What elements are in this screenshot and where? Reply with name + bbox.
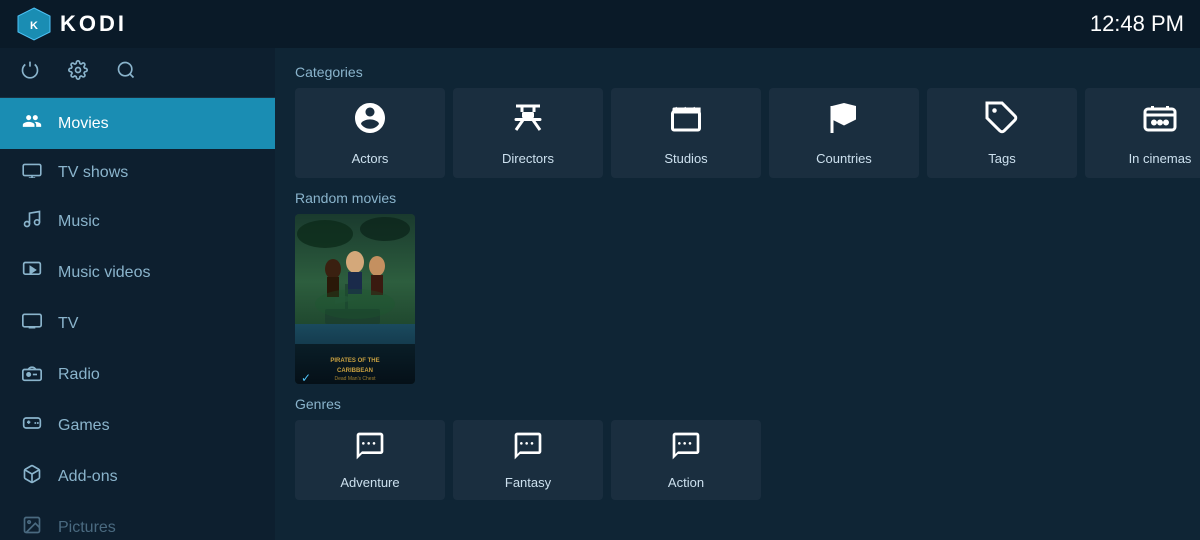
incinemas-label: In cinemas (1129, 151, 1192, 166)
genre-tile-adventure[interactable]: Adventure (295, 420, 445, 500)
categories-section: Categories Actors (295, 64, 1180, 178)
category-tile-tags[interactable]: Tags (927, 88, 1077, 178)
adventure-label: Adventure (340, 475, 399, 490)
pictures-icon (20, 515, 44, 540)
sidebar-item-music[interactable]: Music (0, 196, 275, 247)
sidebar-top-icons (0, 48, 275, 98)
action-icon (670, 430, 702, 469)
random-movies-section: Random movies (295, 190, 1180, 384)
sidebar-item-pictures-label: Pictures (58, 519, 116, 537)
sidebar-item-radio[interactable]: Radio (0, 349, 275, 400)
tv-icon (20, 311, 44, 336)
fantasy-icon (512, 430, 544, 469)
sidebar-item-radio-label: Radio (58, 366, 100, 384)
search-icon[interactable] (116, 60, 136, 85)
sidebar-item-musicvideos[interactable]: Music videos (0, 247, 275, 298)
music-icon (20, 209, 44, 234)
action-label: Action (668, 475, 704, 490)
fantasy-label: Fantasy (505, 475, 551, 490)
countries-icon (826, 100, 862, 143)
category-tile-actors[interactable]: Actors (295, 88, 445, 178)
sidebar-item-pictures[interactable]: Pictures (0, 502, 275, 540)
genres-section: Genres Adventure (295, 396, 1180, 500)
topbar: K KODI 12:48 PM (0, 0, 1200, 48)
genre-tile-fantasy[interactable]: Fantasy (453, 420, 603, 500)
sidebar-item-tv[interactable]: TV (0, 298, 275, 349)
sidebar-item-games-label: Games (58, 417, 110, 435)
sidebar-item-addons-label: Add-ons (58, 468, 118, 486)
sidebar-item-tv-label: TV (58, 315, 78, 333)
incinemas-icon (1142, 100, 1178, 143)
main-layout: Movies TV shows (0, 48, 1200, 540)
power-icon[interactable] (20, 60, 40, 85)
svg-text:K: K (30, 20, 38, 32)
sidebar-item-games[interactable]: Games (0, 400, 275, 451)
category-tile-incinemas[interactable]: In cinemas (1085, 88, 1200, 178)
tags-icon (984, 100, 1020, 143)
games-icon (20, 413, 44, 438)
movie-card-pirates[interactable]: PIRATES OF THE CARIBBEAN Dead Man's Ches… (295, 214, 415, 384)
app-branding: K KODI (16, 6, 127, 42)
sidebar-item-addons[interactable]: Add-ons (0, 451, 275, 502)
sidebar-item-movies-label: Movies (58, 115, 109, 133)
category-tile-studios[interactable]: Studios (611, 88, 761, 178)
genres-title: Genres (295, 396, 1180, 412)
sidebar-item-musicvideos-label: Music videos (58, 264, 150, 282)
category-tile-directors[interactable]: Directors (453, 88, 603, 178)
actors-icon (352, 100, 388, 143)
adventure-icon (354, 430, 386, 469)
sidebar-item-tvshows-label: TV shows (58, 164, 128, 182)
tvshows-icon (20, 162, 44, 183)
radio-icon (20, 362, 44, 387)
sidebar-nav: Movies TV shows (0, 98, 275, 540)
random-movies-title: Random movies (295, 190, 1180, 206)
sidebar-item-tvshows[interactable]: TV shows (0, 149, 275, 196)
genres-row: Adventure Fantasy (295, 420, 1180, 500)
content-area: Categories Actors (275, 48, 1200, 540)
musicvideos-icon (20, 260, 44, 285)
directors-label: Directors (502, 151, 554, 166)
genre-tile-action[interactable]: Action (611, 420, 761, 500)
sidebar-item-music-label: Music (58, 213, 100, 231)
sidebar-item-movies[interactable]: Movies (0, 98, 275, 149)
movies-icon (20, 111, 44, 136)
directors-chair-icon (510, 100, 546, 143)
actors-label: Actors (352, 151, 389, 166)
sidebar: Movies TV shows (0, 48, 275, 540)
countries-label: Countries (816, 151, 872, 166)
category-tile-countries[interactable]: Countries (769, 88, 919, 178)
random-movies-row: PIRATES OF THE CARIBBEAN Dead Man's Ches… (295, 214, 1180, 384)
svg-text:PIRATES OF THE: PIRATES OF THE (330, 358, 379, 364)
svg-text:Dead Man's Chest: Dead Man's Chest (335, 376, 377, 382)
app-title: KODI (60, 11, 127, 37)
clock: 12:48 PM (1090, 11, 1184, 37)
kodi-logo-icon: K (16, 6, 52, 42)
svg-text:CARIBBEAN: CARIBBEAN (337, 368, 373, 374)
categories-row: Actors (295, 88, 1180, 178)
studios-label: Studios (664, 151, 707, 166)
addons-icon (20, 464, 44, 489)
svg-text:✓: ✓ (301, 371, 311, 384)
studios-icon (668, 100, 704, 143)
settings-icon[interactable] (68, 60, 88, 85)
categories-title: Categories (295, 64, 1180, 80)
tags-label: Tags (988, 151, 1015, 166)
